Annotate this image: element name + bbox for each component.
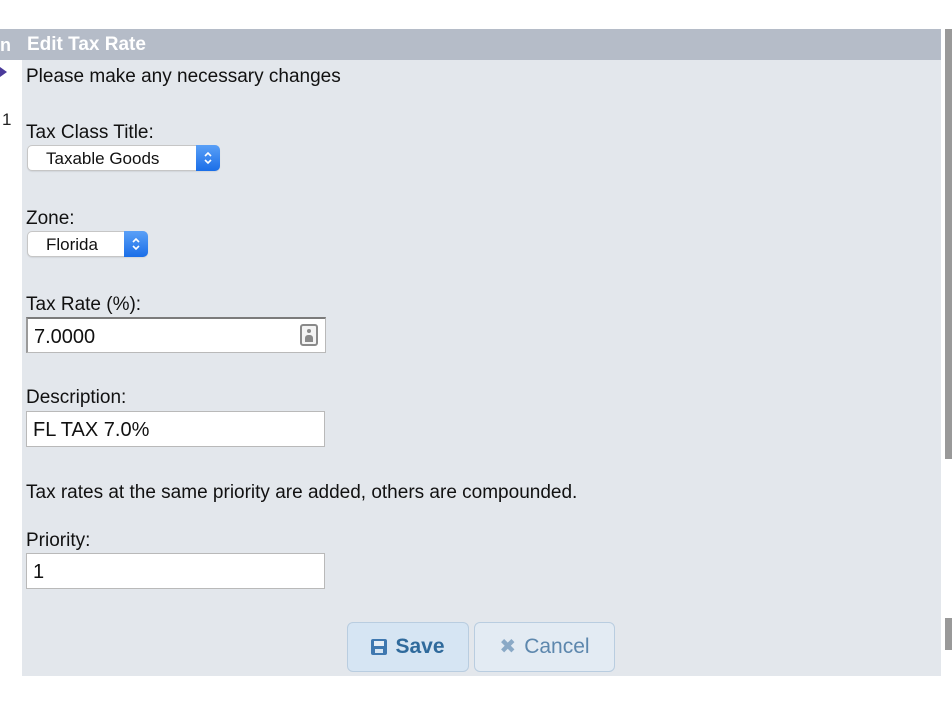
zone-label: Zone: (26, 208, 75, 229)
chevron-updown-icon (124, 231, 148, 257)
row-number: 1 (2, 110, 12, 129)
chevron-updown-icon (196, 145, 220, 171)
tax-class-select[interactable]: Taxable Goods (27, 145, 220, 171)
zone-selected-value: Florida (46, 235, 98, 254)
zone-select[interactable]: Florida (27, 231, 148, 257)
save-disk-icon (371, 639, 388, 655)
panel-title: Edit Tax Rate (27, 34, 146, 55)
intro-text: Please make any necessary changes (26, 66, 341, 87)
save-button[interactable]: Save (347, 622, 469, 672)
cancel-button[interactable]: ✖ Cancel (474, 622, 615, 672)
scrollbar[interactable] (945, 29, 952, 459)
row-pointer-arrow-icon (0, 67, 7, 77)
left-header-text: n (0, 35, 11, 55)
description-value: FL TAX 7.0% (33, 419, 150, 441)
tax-rate-value: 7.0000 (34, 326, 96, 348)
priority-label: Priority: (26, 530, 91, 551)
priority-note: Tax rates at the same priority are added… (26, 482, 578, 503)
priority-input[interactable]: 1 (26, 553, 325, 589)
description-input[interactable]: FL TAX 7.0% (26, 411, 325, 447)
tax-class-label: Tax Class Title: (26, 122, 154, 143)
priority-value: 1 (33, 561, 45, 583)
left-table-header-fragment: n (0, 29, 22, 60)
edit-tax-rate-panel: Edit Tax Rate Please make any necessary … (22, 29, 941, 676)
tax-rate-label: Tax Rate (%): (26, 294, 142, 315)
contact-card-icon[interactable] (300, 324, 318, 346)
cancel-button-label: Cancel (524, 635, 590, 658)
close-icon: ✖ (499, 636, 517, 658)
tax-rate-input[interactable]: 7.0000 (26, 317, 326, 353)
panel-header: Edit Tax Rate (22, 29, 941, 60)
save-button-label: Save (395, 635, 445, 658)
scrollbar-lower[interactable] (945, 618, 952, 650)
description-label: Description: (26, 387, 127, 408)
tax-class-selected-value: Taxable Goods (46, 149, 160, 168)
